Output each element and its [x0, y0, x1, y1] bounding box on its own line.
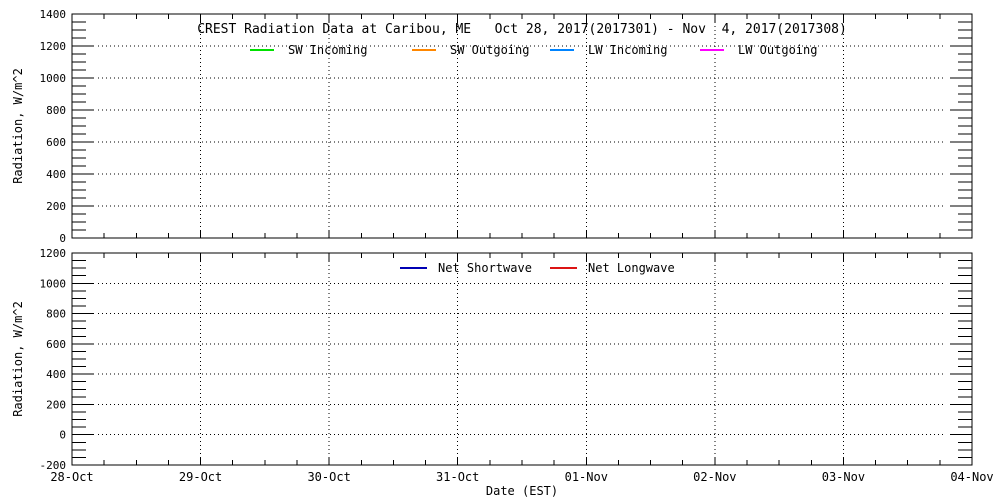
legend-label: Net Shortwave: [438, 261, 532, 275]
legend-label: LW Outgoing: [738, 43, 817, 57]
x-tick-label: 01-Nov: [565, 470, 608, 484]
x-tick-label: 31-Oct: [436, 470, 479, 484]
x-tick-label: 02-Nov: [693, 470, 736, 484]
plot-border: [71, 252, 973, 466]
legend-label: LW Incoming: [588, 43, 667, 57]
x-axis-label: Date (EST): [486, 484, 558, 498]
chart-canvas: 0 200 400 600 800 1000 1200 1400 CREST Radiation…: [11, 8, 994, 498]
x-tick-label: 30-Oct: [307, 470, 350, 484]
legend-row-1: SW Incoming SW Outgoing LW Incoming LW Outg…: [250, 43, 817, 57]
legend-label: SW Incoming: [288, 43, 367, 57]
y-tick-label: -200: [40, 459, 67, 472]
y-tick-label: 800: [46, 308, 66, 321]
subplot-2: 28-Oct 29-Oct 30-Oct 31-Oct 01-Nov 02-Nov 03-N…: [11, 247, 994, 498]
subplot-1: 0 200 400 600 800 1000 1200 1400 CREST Radiation…: [11, 8, 973, 245]
y-tick-label: 1000: [40, 277, 67, 290]
x-tick-label: 29-Oct: [179, 470, 222, 484]
y-tick-label: 0: [59, 232, 66, 245]
y-tick-label: 1200: [40, 40, 67, 53]
x-tick-label: 28-Oct: [50, 470, 93, 484]
y-tick-label: 200: [46, 200, 66, 213]
y-axis-label: Radiation, W/m^2: [11, 68, 25, 184]
y-axis-label: Radiation, W/m^2: [11, 301, 25, 417]
radiation-chart-figure: 0 200 400 600 800 1000 1200 1400 CREST Radiation…: [0, 0, 1000, 500]
y-tick-label: 200: [46, 398, 66, 411]
legend-label: Net Longwave: [588, 261, 675, 275]
legend-row-2: Net Shortwave Net Longwave: [400, 261, 675, 275]
x-tick-label: 03-Nov: [822, 470, 865, 484]
y-tick-label: 1200: [40, 247, 67, 260]
legend-label: SW Outgoing: [450, 43, 529, 57]
y-tick-label: 1000: [40, 72, 67, 85]
y-tick-label: 600: [46, 136, 66, 149]
x-tick-label: 04-Nov: [950, 470, 993, 484]
chart-title: CREST Radiation Data at Caribou, ME Oct …: [197, 22, 847, 37]
y-tick-label: 0: [59, 429, 66, 442]
y-tick-label: 400: [46, 368, 66, 381]
y-tick-label: 1400: [40, 8, 67, 21]
y-tick-label: 400: [46, 168, 66, 181]
y-tick-label: 600: [46, 338, 66, 351]
y-tick-label: 800: [46, 104, 66, 117]
